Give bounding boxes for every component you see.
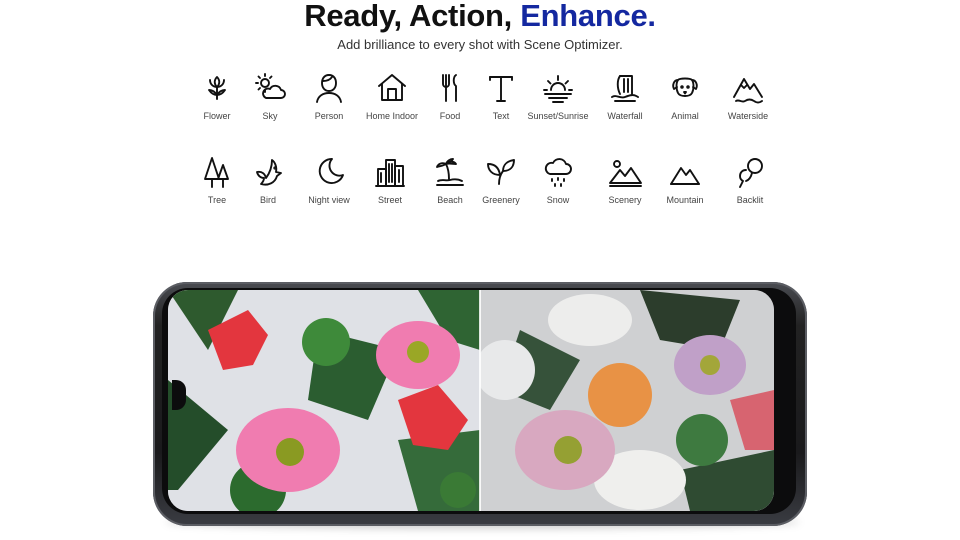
animal-icon bbox=[668, 71, 702, 105]
text-icon bbox=[484, 71, 518, 105]
scene-label: Snow bbox=[546, 195, 570, 205]
food-icon bbox=[433, 71, 467, 105]
comparison-divider bbox=[479, 290, 481, 511]
backlit-icon bbox=[733, 155, 767, 189]
waterfall-icon bbox=[608, 71, 642, 105]
beach-icon bbox=[433, 155, 467, 189]
scene-label: Backlit bbox=[736, 195, 764, 205]
scene-waterside: Waterside bbox=[710, 71, 786, 121]
phone-screen bbox=[168, 290, 774, 511]
tree-icon bbox=[200, 155, 234, 189]
flower-icon bbox=[200, 71, 234, 105]
home-indoor-icon bbox=[375, 71, 409, 105]
headline-part-enhance: Enhance. bbox=[520, 0, 656, 33]
photo-original bbox=[480, 290, 774, 511]
scene-label: Sunset/Sunrise bbox=[527, 111, 589, 121]
waterside-icon bbox=[731, 71, 765, 105]
headline-part-ready: Ready, bbox=[304, 0, 410, 33]
headline: Ready, Action, Enhance. bbox=[0, 0, 960, 34]
sunset-icon bbox=[541, 71, 575, 105]
street-icon bbox=[373, 155, 407, 189]
snow-icon bbox=[541, 155, 575, 189]
headline-part-action: Action, bbox=[409, 0, 521, 33]
scenery-icon bbox=[608, 155, 642, 189]
camera-notch bbox=[172, 380, 186, 410]
person-icon bbox=[312, 71, 346, 105]
greenery-icon bbox=[484, 155, 518, 189]
bird-icon bbox=[251, 155, 285, 189]
night-view-icon bbox=[312, 155, 346, 189]
scene-snow: Snow bbox=[520, 155, 596, 205]
scene-backlit: Backlit bbox=[712, 155, 788, 205]
subtitle: Add brilliance to every shot with Scene … bbox=[337, 37, 623, 52]
sky-icon bbox=[253, 71, 287, 105]
mountain-icon bbox=[668, 155, 702, 189]
scene-label: Waterside bbox=[727, 111, 769, 121]
scene-sunset: Sunset/Sunrise bbox=[520, 71, 596, 121]
photo-enhanced bbox=[168, 290, 480, 511]
